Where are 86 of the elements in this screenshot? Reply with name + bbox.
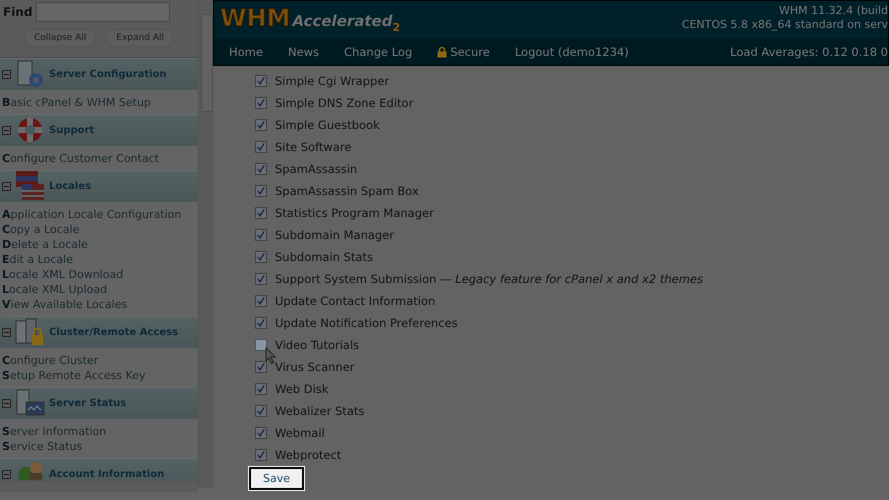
checkbox[interactable] xyxy=(255,295,267,307)
nav-link[interactable]: News xyxy=(288,44,320,58)
checkbox[interactable] xyxy=(255,361,267,373)
sidebar-link[interactable]: Configure Customer Contact xyxy=(2,151,198,166)
nav-link[interactable]: Logout (demo1234) xyxy=(514,44,629,58)
section-title: Locales xyxy=(49,180,92,192)
sidebar-link[interactable]: Service Status xyxy=(2,439,198,454)
collapse-icon[interactable] xyxy=(2,126,11,134)
checkbox[interactable] xyxy=(255,427,267,439)
feature-label: Simple Guestbook xyxy=(275,118,380,132)
collapse-icon[interactable] xyxy=(2,182,11,190)
sidebar-link[interactable]: Setup Remote Access Key xyxy=(2,368,198,383)
sidebar-link[interactable]: Locale XML Download xyxy=(2,267,198,282)
feature-label: Webalizer Stats xyxy=(275,404,364,418)
load-averages: Load Averages: 0.12 0.18 0 xyxy=(730,44,888,58)
sidebar-link[interactable]: Configure Cluster xyxy=(2,353,198,368)
vertical-scrollbar[interactable] xyxy=(198,0,213,488)
sidebar-link[interactable]: Application Locale Configuration xyxy=(2,207,198,222)
section-title: Server Configuration xyxy=(49,68,167,80)
checkbox[interactable] xyxy=(255,383,267,395)
checkbox[interactable] xyxy=(255,317,267,329)
feature-label: Web Disk xyxy=(275,382,328,396)
checkbox[interactable] xyxy=(255,75,267,87)
checkbox[interactable] xyxy=(255,141,267,153)
collapse-icon[interactable] xyxy=(2,70,11,78)
flags-icon xyxy=(14,171,46,201)
collapse-icon[interactable] xyxy=(2,328,11,336)
lock-icon xyxy=(437,46,448,58)
checkbox[interactable] xyxy=(255,207,267,219)
section-title: Server Status xyxy=(49,398,126,408)
section-header[interactable]: Cluster/Remote Access xyxy=(0,316,198,348)
feature-label: Subdomain Stats xyxy=(275,250,373,264)
sidebar-link[interactable]: Basic cPanel & WHM Setup xyxy=(2,95,198,110)
feature-label: Simple Cgi Wrapper xyxy=(275,74,390,88)
find-label: Find xyxy=(3,5,32,19)
feature-label: Webmail xyxy=(275,426,325,440)
feature-label: SpamAssassin xyxy=(275,162,358,176)
feature-label: SpamAssassin Spam Box xyxy=(275,184,419,198)
find-field[interactable] xyxy=(36,2,170,22)
checkbox[interactable] xyxy=(255,273,267,285)
expand-all-button[interactable]: Expand All xyxy=(106,29,174,47)
feature-label: Simple DNS Zone Editor xyxy=(275,96,414,110)
version-text: WHM 11.32.4 (build xyxy=(779,4,888,17)
collapse-all-button[interactable]: Collapse All xyxy=(24,29,96,47)
collapse-icon[interactable] xyxy=(2,398,11,408)
checkbox[interactable] xyxy=(255,251,267,263)
feature-label: Webprotect xyxy=(275,448,342,462)
save-button[interactable]: Save xyxy=(249,467,304,490)
section-header[interactable]: Server Status xyxy=(0,387,198,419)
checkbox[interactable] xyxy=(255,97,267,109)
sidebar-link[interactable]: Server Information xyxy=(2,424,198,439)
section-header[interactable]: Support xyxy=(0,114,198,146)
section-title: Support xyxy=(49,124,94,136)
feature-label: Subdomain Manager xyxy=(275,228,394,242)
feature-label: Update Contact Information xyxy=(275,294,436,308)
feature-label: Video Tutorials xyxy=(275,338,360,352)
feature-label: Update Notification Preferences xyxy=(275,316,458,330)
section-title: Cluster/Remote Access xyxy=(49,326,178,338)
feature-label: Statistics Program Manager xyxy=(275,206,434,220)
feature-label: Support System Submission — Legacy feature for cPanel x and x2 themes xyxy=(275,272,703,286)
section-header[interactable]: Account Information xyxy=(0,458,198,480)
server-monitor-icon xyxy=(14,388,46,418)
section-header[interactable]: Locales xyxy=(0,170,198,202)
servers-lock-icon xyxy=(14,317,46,347)
checkbox[interactable] xyxy=(255,449,267,461)
checkbox[interactable] xyxy=(255,339,267,351)
checkbox[interactable] xyxy=(255,229,267,241)
feature-label: Site Software xyxy=(275,140,352,154)
feature-label: Virus Scanner xyxy=(275,360,355,374)
checkbox[interactable] xyxy=(255,185,267,197)
checkbox[interactable] xyxy=(255,405,267,417)
nav-link[interactable]: Secure xyxy=(437,44,490,58)
sidebar-link[interactable]: Locale XML Upload xyxy=(2,282,198,297)
section-title: Account Information xyxy=(49,468,164,480)
collapse-icon[interactable] xyxy=(2,470,11,478)
nav-link[interactable]: Home xyxy=(229,44,263,58)
sidebar-link[interactable]: Copy a Locale xyxy=(2,222,198,237)
horizontal-scrollbar[interactable] xyxy=(0,480,198,492)
checkbox[interactable] xyxy=(255,163,267,175)
section-header[interactable]: Server Configuration xyxy=(0,58,198,90)
sidebar-link[interactable]: View Available Locales xyxy=(2,297,198,312)
sidebar-link[interactable]: Edit a Locale xyxy=(2,252,198,267)
nav-link[interactable]: Change Log xyxy=(344,44,412,58)
checkbox[interactable] xyxy=(255,119,267,131)
sidebar-link[interactable]: Delete a Locale xyxy=(2,237,198,252)
system-text: CENTOS 5.8 x86_64 standard on serv xyxy=(682,18,888,31)
